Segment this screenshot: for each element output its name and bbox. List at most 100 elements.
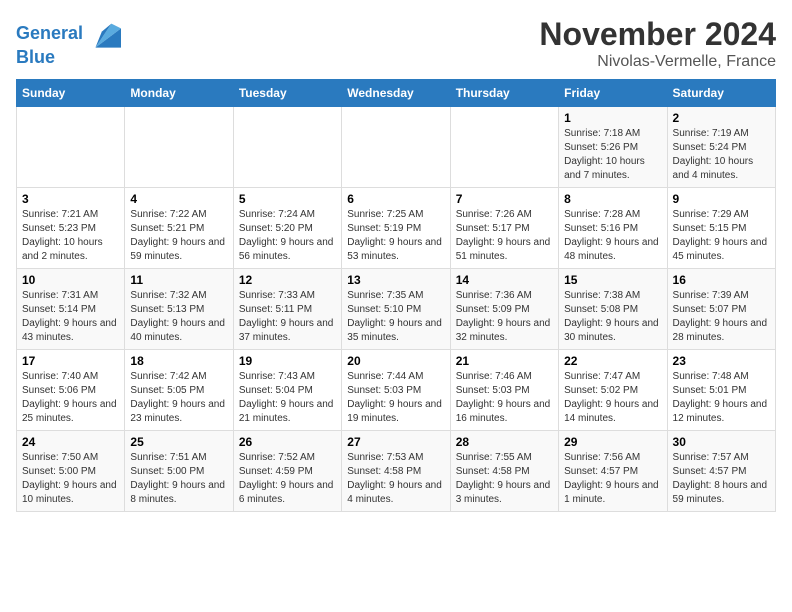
day-info: Sunrise: 7:36 AM Sunset: 5:09 PM Dayligh… (456, 289, 553, 345)
day-info: Sunrise: 7:21 AM Sunset: 5:23 PM Dayligh… (22, 208, 119, 264)
calendar-cell: 15 Sunrise: 7:38 AM Sunset: 5:08 PM Dayli… (559, 269, 667, 350)
day-number: 21 (456, 354, 553, 368)
calendar-cell: 16Sunrise: 7:39 AM Sunset: 5:07 PM Dayli… (667, 269, 775, 350)
page-title: November 2024 (539, 16, 776, 53)
day-number: 15 (564, 273, 661, 287)
calendar-cell: 19 Sunrise: 7:43 AM Sunset: 5:04 PM Dayli… (233, 350, 341, 431)
calendar-cell: 23 Sunrise: 7:48 AM Sunset: 5:01 PM Dayli… (667, 350, 775, 431)
logo-icon (89, 20, 121, 48)
calendar-cell: 26Sunrise: 7:52 AM Sunset: 4:59 PM Dayli… (233, 431, 341, 512)
weekday-header: Friday (559, 80, 667, 107)
day-number: 2 (673, 111, 770, 125)
day-info: Sunrise: 7:33 AM Sunset: 5:11 PM Dayligh… (239, 289, 336, 345)
weekday-header: Monday (125, 80, 233, 107)
calendar-cell: 10 Sunrise: 7:31 AM Sunset: 5:14 PM Dayli… (17, 269, 125, 350)
weekday-header: Wednesday (342, 80, 450, 107)
calendar-cell: 28 Sunrise: 7:55 AM Sunset: 4:58 PM Dayli… (450, 431, 558, 512)
calendar-cell: 8Sunrise: 7:28 AM Sunset: 5:16 PM Daylig… (559, 188, 667, 269)
day-number: 7 (456, 192, 553, 206)
day-number: 10 (22, 273, 119, 287)
calendar-cell: 1 Sunrise: 7:18 AM Sunset: 5:26 PM Daylig… (559, 107, 667, 188)
calendar-cell: 5 Sunrise: 7:24 AM Sunset: 5:20 PM Daylig… (233, 188, 341, 269)
logo-text2: Blue (16, 48, 121, 68)
day-info: Sunrise: 7:25 AM Sunset: 5:19 PM Dayligh… (347, 208, 444, 264)
day-number: 18 (130, 354, 227, 368)
day-number: 28 (456, 435, 553, 449)
weekday-header: Tuesday (233, 80, 341, 107)
calendar-cell: 2 Sunrise: 7:19 AM Sunset: 5:24 PM Daylig… (667, 107, 775, 188)
day-info: Sunrise: 7:42 AM Sunset: 5:05 PM Dayligh… (130, 370, 227, 426)
day-number: 6 (347, 192, 444, 206)
calendar-cell (450, 107, 558, 188)
day-info: Sunrise: 7:51 AM Sunset: 5:00 PM Dayligh… (130, 451, 227, 507)
calendar-cell (125, 107, 233, 188)
calendar-cell: 7 Sunrise: 7:26 AM Sunset: 5:17 PM Daylig… (450, 188, 558, 269)
calendar-cell: 30Sunrise: 7:57 AM Sunset: 4:57 PM Dayli… (667, 431, 775, 512)
day-number: 1 (564, 111, 661, 125)
day-info: Sunrise: 7:32 AM Sunset: 5:13 PM Dayligh… (130, 289, 227, 345)
weekday-header: Thursday (450, 80, 558, 107)
day-info: Sunrise: 7:52 AM Sunset: 4:59 PM Dayligh… (239, 451, 336, 507)
day-info: Sunrise: 7:50 AM Sunset: 5:00 PM Dayligh… (22, 451, 119, 507)
day-number: 29 (564, 435, 661, 449)
calendar-cell: 9Sunrise: 7:29 AM Sunset: 5:15 PM Daylig… (667, 188, 775, 269)
day-number: 3 (22, 192, 119, 206)
logo: General Blue (16, 20, 121, 68)
calendar-cell: 22 Sunrise: 7:47 AM Sunset: 5:02 PM Dayli… (559, 350, 667, 431)
title-block: November 2024 Nivolas-Vermelle, France (539, 16, 776, 71)
calendar-cell: 12 Sunrise: 7:33 AM Sunset: 5:11 PM Dayli… (233, 269, 341, 350)
calendar-table: SundayMondayTuesdayWednesdayThursdayFrid… (16, 79, 776, 512)
day-info: Sunrise: 7:24 AM Sunset: 5:20 PM Dayligh… (239, 208, 336, 264)
day-info: Sunrise: 7:26 AM Sunset: 5:17 PM Dayligh… (456, 208, 553, 264)
calendar-week-row: 17 Sunrise: 7:40 AM Sunset: 5:06 PM Dayli… (17, 350, 776, 431)
day-info: Sunrise: 7:22 AM Sunset: 5:21 PM Dayligh… (130, 208, 227, 264)
day-info: Sunrise: 7:18 AM Sunset: 5:26 PM Dayligh… (564, 127, 661, 183)
day-info: Sunrise: 7:19 AM Sunset: 5:24 PM Dayligh… (673, 127, 770, 183)
day-number: 12 (239, 273, 336, 287)
day-number: 20 (347, 354, 444, 368)
calendar-cell: 17 Sunrise: 7:40 AM Sunset: 5:06 PM Dayli… (17, 350, 125, 431)
day-info: Sunrise: 7:38 AM Sunset: 5:08 PM Dayligh… (564, 289, 661, 345)
weekday-header-row: SundayMondayTuesdayWednesdayThursdayFrid… (17, 80, 776, 107)
day-info: Sunrise: 7:29 AM Sunset: 5:15 PM Dayligh… (673, 208, 770, 264)
day-info: Sunrise: 7:43 AM Sunset: 5:04 PM Dayligh… (239, 370, 336, 426)
day-info: Sunrise: 7:40 AM Sunset: 5:06 PM Dayligh… (22, 370, 119, 426)
day-info: Sunrise: 7:55 AM Sunset: 4:58 PM Dayligh… (456, 451, 553, 507)
day-info: Sunrise: 7:56 AM Sunset: 4:57 PM Dayligh… (564, 451, 661, 507)
day-number: 14 (456, 273, 553, 287)
day-info: Sunrise: 7:53 AM Sunset: 4:58 PM Dayligh… (347, 451, 444, 507)
weekday-header: Sunday (17, 80, 125, 107)
day-number: 22 (564, 354, 661, 368)
day-number: 19 (239, 354, 336, 368)
calendar-cell (342, 107, 450, 188)
day-info: Sunrise: 7:47 AM Sunset: 5:02 PM Dayligh… (564, 370, 661, 426)
day-info: Sunrise: 7:48 AM Sunset: 5:01 PM Dayligh… (673, 370, 770, 426)
day-number: 5 (239, 192, 336, 206)
day-number: 11 (130, 273, 227, 287)
day-number: 24 (22, 435, 119, 449)
logo-text: General (16, 24, 83, 44)
calendar-cell: 18 Sunrise: 7:42 AM Sunset: 5:05 PM Dayli… (125, 350, 233, 431)
calendar-week-row: 24 Sunrise: 7:50 AM Sunset: 5:00 PM Dayli… (17, 431, 776, 512)
calendar-cell: 6 Sunrise: 7:25 AM Sunset: 5:19 PM Daylig… (342, 188, 450, 269)
day-info: Sunrise: 7:57 AM Sunset: 4:57 PM Dayligh… (673, 451, 770, 507)
calendar-week-row: 3 Sunrise: 7:21 AM Sunset: 5:23 PM Daylig… (17, 188, 776, 269)
calendar-week-row: 10 Sunrise: 7:31 AM Sunset: 5:14 PM Dayli… (17, 269, 776, 350)
day-info: Sunrise: 7:28 AM Sunset: 5:16 PM Dayligh… (564, 208, 661, 264)
calendar-cell (233, 107, 341, 188)
calendar-cell: 24 Sunrise: 7:50 AM Sunset: 5:00 PM Dayli… (17, 431, 125, 512)
calendar-cell: 13Sunrise: 7:35 AM Sunset: 5:10 PM Dayli… (342, 269, 450, 350)
weekday-header: Saturday (667, 80, 775, 107)
page-subtitle: Nivolas-Vermelle, France (539, 53, 776, 71)
day-info: Sunrise: 7:35 AM Sunset: 5:10 PM Dayligh… (347, 289, 444, 345)
calendar-cell: 21Sunrise: 7:46 AM Sunset: 5:03 PM Dayli… (450, 350, 558, 431)
calendar-cell: 11 Sunrise: 7:32 AM Sunset: 5:13 PM Dayli… (125, 269, 233, 350)
day-number: 17 (22, 354, 119, 368)
day-info: Sunrise: 7:31 AM Sunset: 5:14 PM Dayligh… (22, 289, 119, 345)
day-info: Sunrise: 7:44 AM Sunset: 5:03 PM Dayligh… (347, 370, 444, 426)
calendar-cell: 25Sunrise: 7:51 AM Sunset: 5:00 PM Dayli… (125, 431, 233, 512)
calendar-cell: 27Sunrise: 7:53 AM Sunset: 4:58 PM Dayli… (342, 431, 450, 512)
calendar-cell (17, 107, 125, 188)
day-number: 23 (673, 354, 770, 368)
calendar-cell: 20 Sunrise: 7:44 AM Sunset: 5:03 PM Dayli… (342, 350, 450, 431)
